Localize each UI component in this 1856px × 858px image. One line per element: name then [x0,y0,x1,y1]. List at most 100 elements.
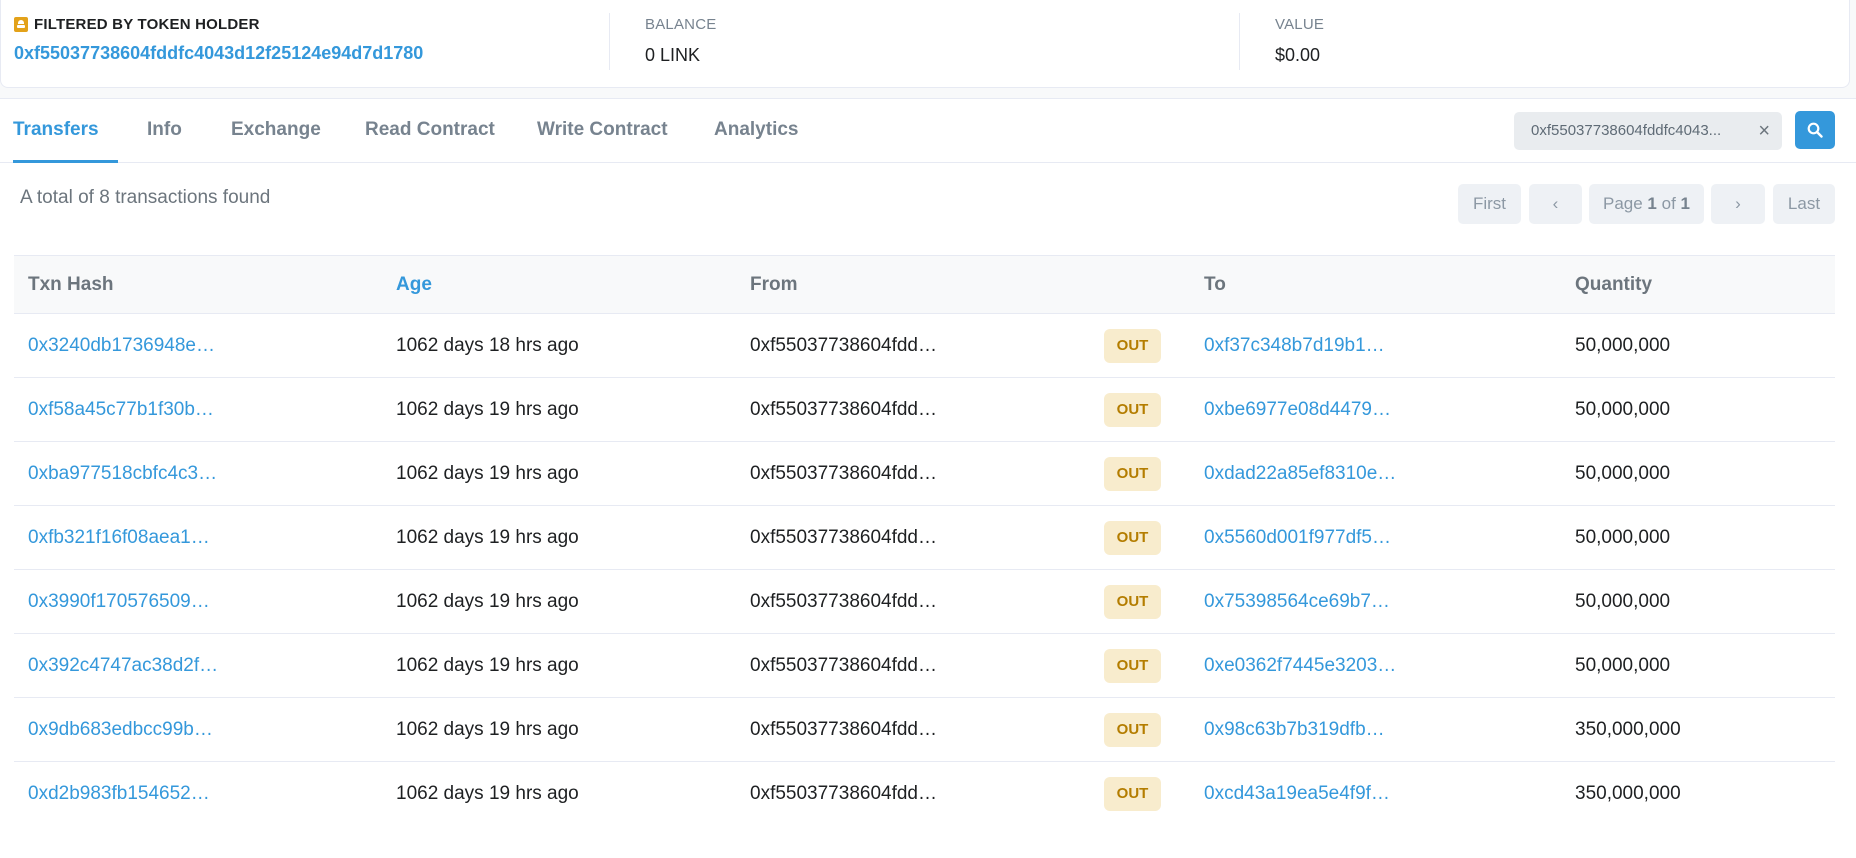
txn-hash-link[interactable]: 0xf58a45c77b1f30b… [28,399,214,420]
table-row: 0xd2b983fb154652… 1062 days 19 hrs ago 0xf… [14,762,1835,826]
col-direction [1104,256,1190,314]
txn-hash-cell: 0xf58a45c77b1f30b… [14,378,382,442]
transfers-card: Transfers Info Exchange Read Contract Wr… [0,98,1856,858]
tab-transfers[interactable]: Transfers [13,99,118,163]
address-filter: × [1514,112,1782,150]
quantity-cell: 50,000,000 [1575,462,1671,484]
quantity-cell: 50,000,000 [1575,398,1671,420]
txn-hash-link[interactable]: 0xd2b983fb154652… [28,783,210,804]
pager-prev-button[interactable]: ‹ [1529,184,1582,224]
from-cell: 0xf55037738604fdd… [750,782,937,804]
to-cell: 0xdad22a85ef8310e… [1190,442,1561,506]
col-age[interactable]: Age [382,256,736,314]
direction-cell: OUT [1104,314,1190,378]
txn-hash-cell: 0x3240db1736948e… [14,314,382,378]
table-row: 0x392c4747ac38d2f… 1062 days 19 hrs ago 0x… [14,634,1835,698]
to-address-link[interactable]: 0xbe6977e08d4479… [1204,399,1391,420]
to-cell: 0xbe6977e08d4479… [1190,378,1561,442]
holder-address-link[interactable]: 0xf55037738604fddfc4043d12f25124e94d7d17… [14,43,609,64]
quantity-cell: 350,000,000 [1575,782,1681,804]
from-cell: 0xf55037738604fdd… [750,398,937,420]
direction-cell: OUT [1104,634,1190,698]
quantity-cell: 50,000,000 [1575,654,1671,676]
age-cell: 1062 days 19 hrs ago [396,654,579,676]
table-row: 0xfb321f16f08aea1… 1062 days 19 hrs ago 0x… [14,506,1835,570]
to-cell: 0x98c63b7b319dfb… [1190,698,1561,762]
out-badge: OUT [1104,520,1161,555]
balance-section: BALANCE 0 LINK [609,13,1239,70]
to-cell: 0xe0362f7445e3203… [1190,634,1561,698]
value-section: VALUE $0.00 [1239,13,1849,70]
direction-cell: OUT [1104,762,1190,826]
tab-write-contract[interactable]: Write Contract [537,99,668,163]
age-cell: 1062 days 19 hrs ago [396,398,579,420]
txn-hash-link[interactable]: 0x3240db1736948e… [28,335,215,356]
to-address-link[interactable]: 0x5560d001f977df5… [1204,527,1391,548]
to-address-link[interactable]: 0xe0362f7445e3203… [1204,655,1396,676]
pager-status: Page 1 of 1 [1589,184,1704,224]
col-quantity: Quantity [1575,273,1653,295]
close-icon[interactable]: × [1758,112,1770,150]
tab-analytics[interactable]: Analytics [714,99,798,163]
search-icon [1807,122,1823,138]
table-row: 0x3240db1736948e… 1062 days 18 hrs ago 0xf… [14,314,1835,378]
tab-bar: Transfers Info Exchange Read Contract Wr… [0,99,1856,163]
quantity-cell: 350,000,000 [1575,718,1681,740]
to-address-link[interactable]: 0xf37c348b7d19b1… [1204,335,1385,356]
value-amount: $0.00 [1275,45,1321,65]
table-row: 0xba977518cbfc4c3… 1062 days 19 hrs ago 0x… [14,442,1835,506]
quantity-cell: 50,000,000 [1575,526,1671,548]
age-cell: 1062 days 19 hrs ago [396,718,579,740]
from-cell: 0xf55037738604fdd… [750,718,937,740]
pager-first-button[interactable]: First [1458,184,1521,224]
txn-hash-cell: 0xd2b983fb154652… [14,762,382,826]
balance-value: 0 LINK [645,45,701,65]
txn-hash-cell: 0xba977518cbfc4c3… [14,442,382,506]
balance-label: BALANCE [645,16,717,33]
to-address-link[interactable]: 0x98c63b7b319dfb… [1204,719,1385,740]
user-tag-icon [14,17,28,32]
search-button[interactable] [1795,111,1835,149]
txn-hash-link[interactable]: 0xba977518cbfc4c3… [28,463,217,484]
to-address-link[interactable]: 0xcd43a19ea5e4f9f… [1204,783,1390,804]
col-to: To [1204,273,1226,295]
txn-hash-link[interactable]: 0xfb321f16f08aea1… [28,527,210,548]
tab-exchange[interactable]: Exchange [231,99,321,163]
to-address-link[interactable]: 0x75398564ce69b7… [1204,591,1390,612]
txn-hash-link[interactable]: 0x392c4747ac38d2f… [28,655,218,676]
out-badge: OUT [1104,328,1161,363]
txn-hash-link[interactable]: 0x9db683edbcc99b… [28,719,213,740]
age-cell: 1062 days 19 hrs ago [396,782,579,804]
total-transactions-text: A total of 8 transactions found [20,187,271,208]
to-cell: 0x5560d001f977df5… [1190,506,1561,570]
age-cell: 1062 days 19 hrs ago [396,526,579,548]
out-badge: OUT [1104,456,1161,491]
from-cell: 0xf55037738604fdd… [750,526,937,548]
pager-last-button[interactable]: Last [1773,184,1835,224]
txn-hash-cell: 0x9db683edbcc99b… [14,698,382,762]
tab-read-contract[interactable]: Read Contract [365,99,495,163]
out-badge: OUT [1104,712,1161,747]
age-cell: 1062 days 19 hrs ago [396,462,579,484]
table-row: 0xf58a45c77b1f30b… 1062 days 19 hrs ago 0x… [14,378,1835,442]
holder-section: FILTERED BY TOKEN HOLDER 0xf55037738604f… [1,0,609,87]
txn-hash-cell: 0xfb321f16f08aea1… [14,506,382,570]
direction-cell: OUT [1104,570,1190,634]
table-row: 0x3990f170576509… 1062 days 19 hrs ago 0xf… [14,570,1835,634]
from-cell: 0xf55037738604fdd… [750,654,937,676]
col-txn-hash: Txn Hash [28,273,114,295]
pager-page-prefix: Page [1602,194,1643,213]
address-filter-input[interactable] [1531,112,1742,150]
pager-next-button[interactable]: › [1711,184,1765,224]
pager-total-pages: 1 [1680,194,1691,213]
holder-label: FILTERED BY TOKEN HOLDER [14,16,609,33]
from-cell: 0xf55037738604fdd… [750,334,937,356]
out-badge: OUT [1104,584,1161,619]
out-badge: OUT [1104,392,1161,427]
txn-hash-link[interactable]: 0x3990f170576509… [28,591,210,612]
to-address-link[interactable]: 0xdad22a85ef8310e… [1204,463,1396,484]
out-badge: OUT [1104,648,1161,683]
direction-cell: OUT [1104,506,1190,570]
txn-hash-cell: 0x392c4747ac38d2f… [14,634,382,698]
tab-info[interactable]: Info [147,99,182,163]
